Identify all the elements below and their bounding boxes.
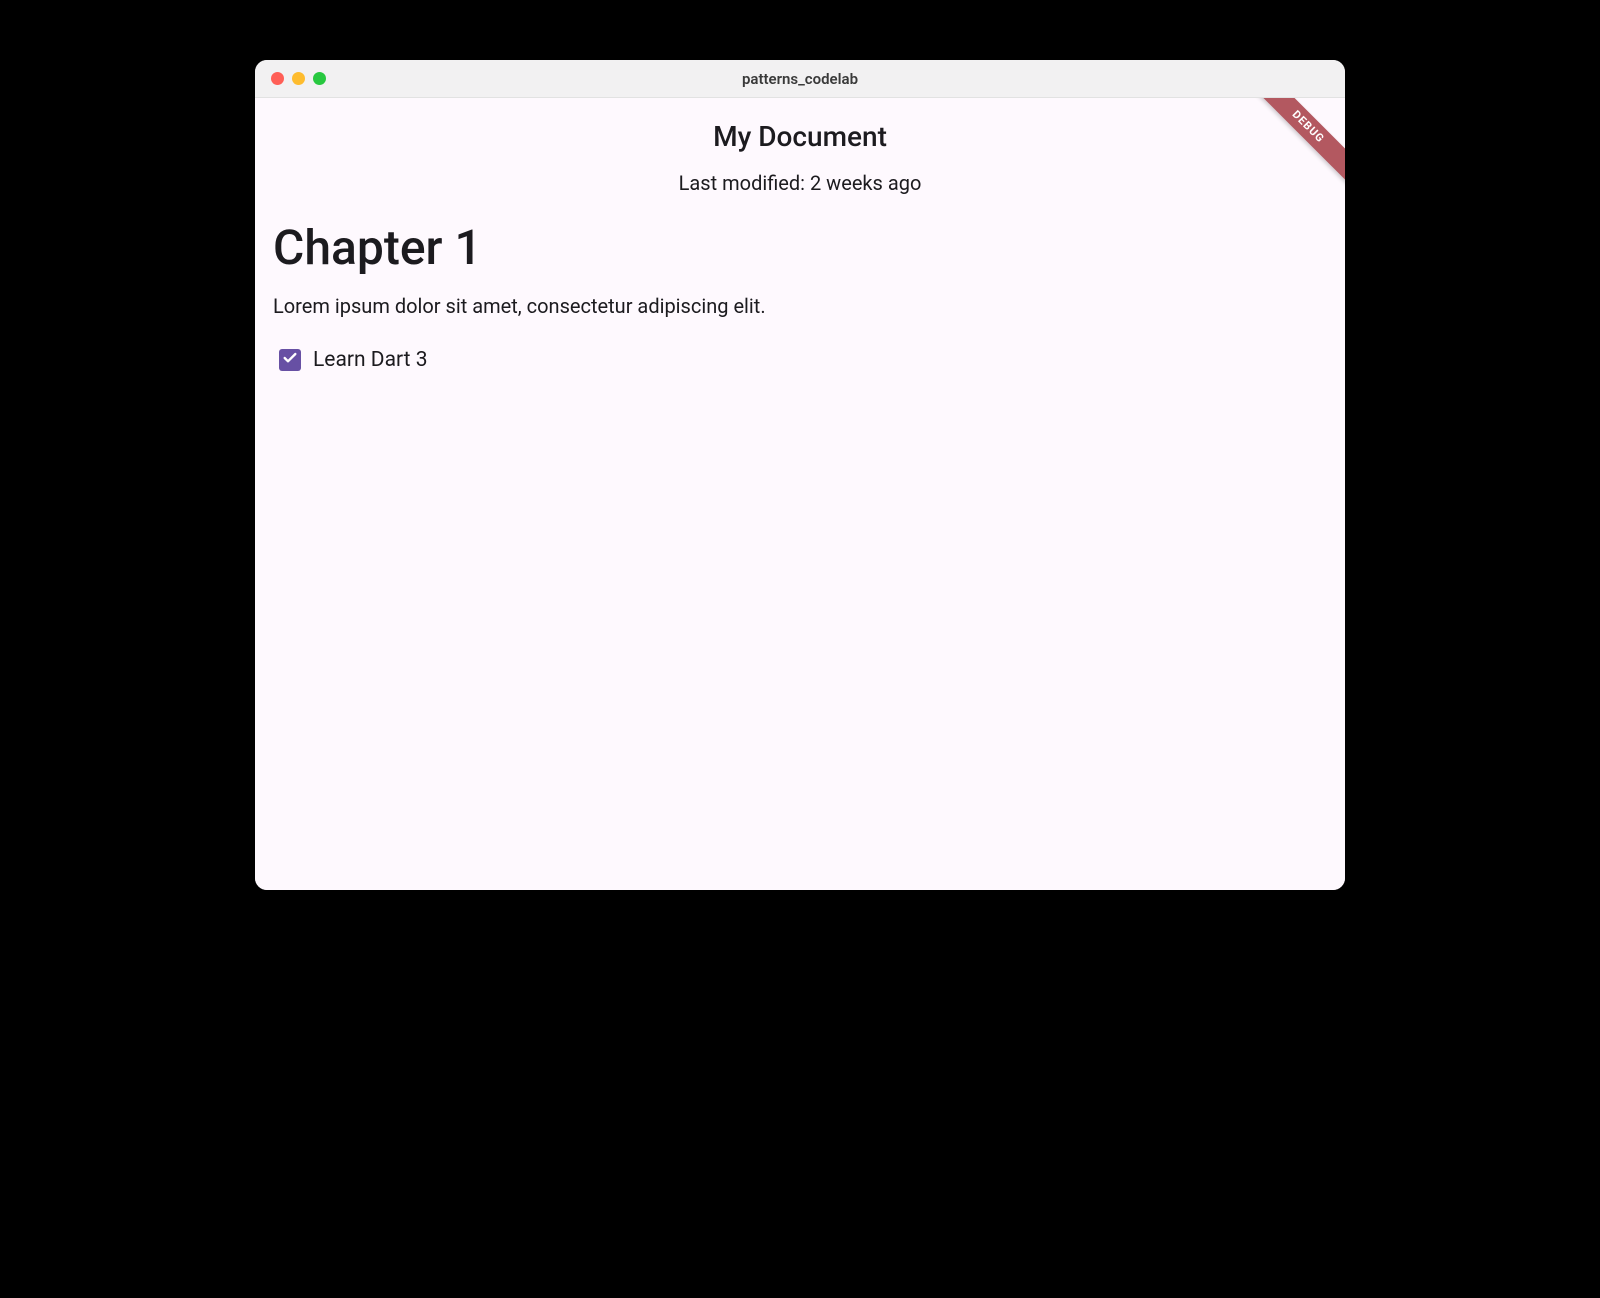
page-title: My Document (255, 98, 1345, 153)
body-paragraph: Lorem ipsum dolor sit amet, consectetur … (273, 294, 1327, 318)
app-body: DEBUG My Document Last modified: 2 weeks… (255, 98, 1345, 890)
checkbox[interactable] (279, 349, 301, 371)
chapter-heading: Chapter 1 (273, 219, 1327, 276)
app-window: patterns_codelab DEBUG My Document Last … (255, 60, 1345, 890)
content-area: Chapter 1 Lorem ipsum dolor sit amet, co… (255, 219, 1345, 372)
checkbox-label: Learn Dart 3 (313, 348, 428, 372)
close-window-button[interactable] (271, 72, 284, 85)
traffic-lights (271, 72, 326, 85)
window-title: patterns_codelab (255, 70, 1345, 88)
maximize-window-button[interactable] (313, 72, 326, 85)
last-modified-text: Last modified: 2 weeks ago (255, 171, 1345, 195)
checkbox-list-item[interactable]: Learn Dart 3 (279, 348, 1327, 372)
minimize-window-button[interactable] (292, 72, 305, 85)
check-icon (282, 350, 298, 370)
titlebar[interactable]: patterns_codelab (255, 60, 1345, 98)
